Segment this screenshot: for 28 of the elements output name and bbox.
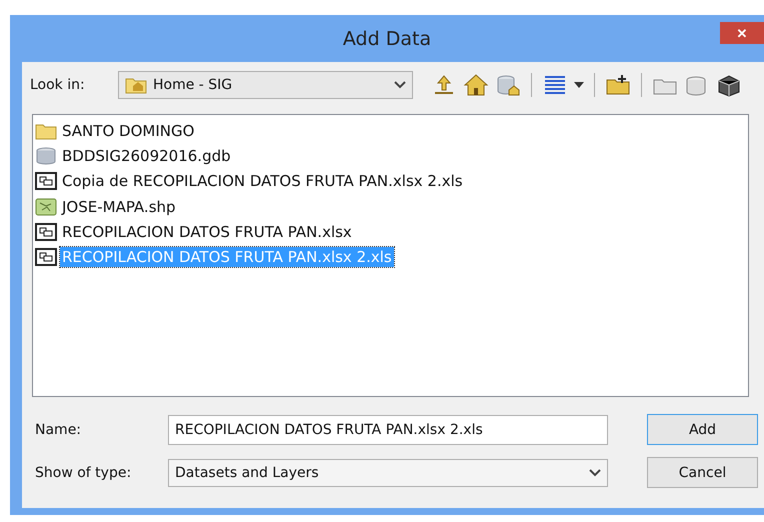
name-label: Name: [35, 422, 82, 438]
chevron-down-icon [394, 81, 406, 89]
map-layer-icon [35, 198, 57, 216]
file-list-item[interactable]: Copia de RECOPILACION DATOS FRUTA PAN.xlsx 2.xls [60, 171, 465, 192]
window-title: Add Data [342, 28, 432, 50]
file-list-item[interactable]: RECOPILACION DATOS FRUTA PAN.xlsx [60, 222, 354, 242]
folder-icon [35, 122, 57, 140]
table-icon [35, 222, 57, 241]
file-list-item[interactable]: SANTO DOMINGO [60, 120, 196, 141]
look-in-value: Home - SIG [153, 77, 234, 93]
table-icon [35, 172, 57, 190]
add-button[interactable]: Add [647, 414, 758, 445]
database-icon [35, 146, 57, 165]
file-list-item[interactable]: JOSE-MAPA.shp [60, 196, 178, 217]
look-in-dropdown[interactable]: Home - SIG [118, 71, 413, 99]
type-label: Show of type: [35, 464, 132, 480]
cancel-button[interactable]: Cancel [647, 457, 758, 488]
name-field[interactable]: RECOPILACION DATOS FRUTA PAN.xlsx 2.xls [168, 414, 608, 444]
close-button[interactable]: ✕ [720, 22, 764, 44]
look-in-label: Look in: [30, 77, 86, 93]
chevron-down-icon [589, 468, 601, 476]
home-icon[interactable] [463, 72, 489, 98]
home-folder-icon [125, 76, 147, 94]
caret-icon[interactable] [574, 82, 584, 88]
file-list-item[interactable]: BDDSIG26092016.gdb [60, 146, 233, 166]
type-dropdown[interactable]: Datasets and Layers [168, 458, 608, 486]
table-icon [35, 248, 57, 266]
type-value: Datasets and Layers [175, 464, 320, 480]
